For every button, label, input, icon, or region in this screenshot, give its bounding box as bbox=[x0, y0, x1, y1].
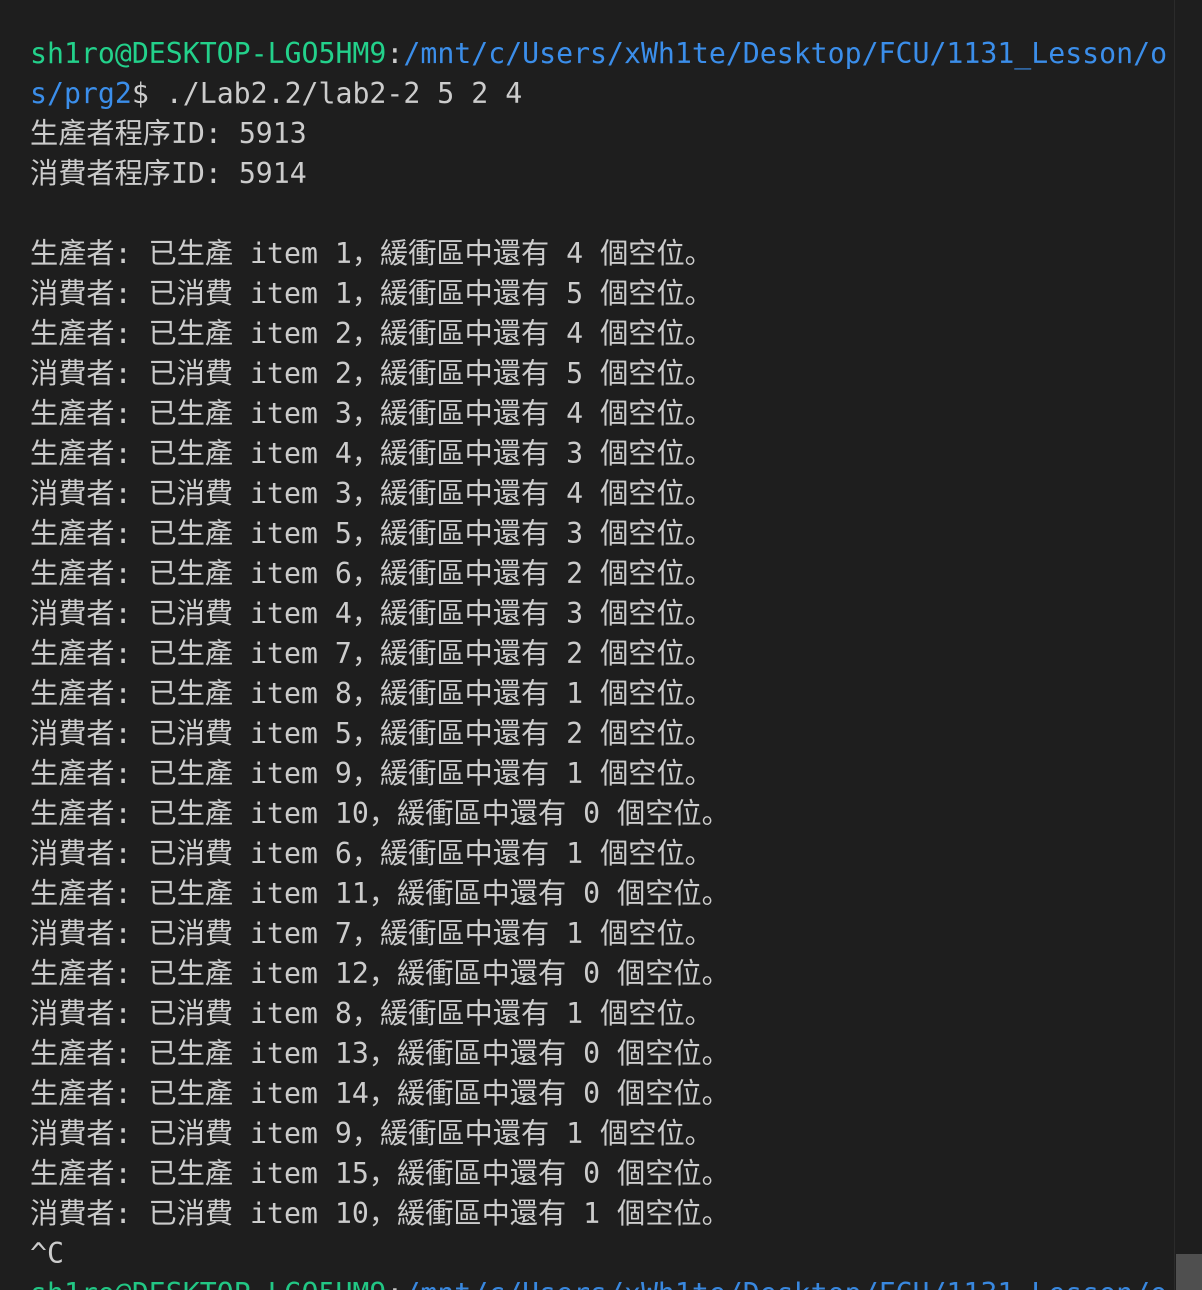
output-line: 生產者: 已生產 item 3，緩衝區中還有 4 個空位。 bbox=[30, 397, 713, 430]
output-line: 生產者: 已生產 item 13，緩衝區中還有 0 個空位。 bbox=[30, 1037, 730, 1070]
output-line: 消費者: 已消費 item 8，緩衝區中還有 1 個空位。 bbox=[30, 997, 713, 1030]
output-line: 消費者: 已消費 item 9，緩衝區中還有 1 個空位。 bbox=[30, 1117, 713, 1150]
output-line: 生產者: 已生產 item 1，緩衝區中還有 4 個空位。 bbox=[30, 237, 713, 270]
scrollbar-thumb[interactable] bbox=[1176, 1254, 1202, 1290]
next-prompt-line: sh1ro@DESKTOP-LGO5HM9:/mnt/c/Users/xWh1t… bbox=[30, 1274, 1167, 1290]
output-line: 生產者: 已生產 item 9，緩衝區中還有 1 個空位。 bbox=[30, 757, 713, 790]
output-line: 消費者: 已消費 item 4，緩衝區中還有 3 個空位。 bbox=[30, 597, 713, 630]
output-line: 生產者: 已生產 item 12，緩衝區中還有 0 個空位。 bbox=[30, 957, 730, 990]
output-line: 消費者: 已消費 item 2，緩衝區中還有 5 個空位。 bbox=[30, 357, 713, 390]
scrollbar-track[interactable] bbox=[1174, 0, 1202, 1290]
output-line: 生產者: 已生產 item 2，緩衝區中還有 4 個空位。 bbox=[30, 317, 713, 350]
output-line: 消費者: 已消費 item 1，緩衝區中還有 5 個空位。 bbox=[30, 277, 713, 310]
output-line: 生產者: 已生產 item 8，緩衝區中還有 1 個空位。 bbox=[30, 677, 713, 710]
prompt-user-host: sh1ro@DESKTOP-LGO5HM9 bbox=[30, 37, 387, 70]
header-line: 生產者程序ID: 5913 bbox=[30, 117, 307, 150]
next-prompt-path: /mnt/c/Users/xWh1te/Desktop/FCU/1131_Les… bbox=[403, 1277, 1167, 1290]
output-line: 消費者: 已消費 item 7，緩衝區中還有 1 個空位。 bbox=[30, 917, 713, 950]
terminal-panel[interactable]: sh1ro@DESKTOP-LGO5HM9:/mnt/c/Users/xWh1t… bbox=[0, 0, 1174, 1290]
prompt-path: /mnt/c/Users/xWh1te/Desktop/FCU/1131_Les… bbox=[403, 37, 1168, 70]
interrupt-line: ^C bbox=[30, 1237, 64, 1270]
next-prompt-user-host: sh1ro@DESKTOP-LGO5HM9 bbox=[30, 1277, 386, 1290]
output-line: 消費者: 已消費 item 6，緩衝區中還有 1 個空位。 bbox=[30, 837, 713, 870]
output-line: 生產者: 已生產 item 15，緩衝區中還有 0 個空位。 bbox=[30, 1157, 730, 1190]
prompt-dollar: $ bbox=[131, 77, 149, 110]
output-line: 生產者: 已生產 item 7，緩衝區中還有 2 個空位。 bbox=[30, 637, 713, 670]
prompt-path-continued: s/prg2 bbox=[30, 77, 132, 110]
output-line: 生產者: 已生產 item 6，緩衝區中還有 2 個空位。 bbox=[30, 557, 713, 590]
output-line: 生產者: 已生產 item 14，緩衝區中還有 0 個空位。 bbox=[30, 1077, 730, 1110]
output-line: 消費者: 已消費 item 10，緩衝區中還有 1 個空位。 bbox=[30, 1197, 730, 1230]
output-line: 生產者: 已生產 item 10，緩衝區中還有 0 個空位。 bbox=[30, 797, 730, 830]
output-line: 消費者: 已消費 item 5，緩衝區中還有 2 個空位。 bbox=[30, 717, 713, 750]
output-line: 生產者: 已生產 item 4，緩衝區中還有 3 個空位。 bbox=[30, 437, 713, 470]
output-line: 生產者: 已生產 item 11，緩衝區中還有 0 個空位。 bbox=[30, 877, 730, 910]
header-line: 消費者程序ID: 5914 bbox=[30, 157, 307, 190]
output-line: 生產者: 已生產 item 5，緩衝區中還有 3 個空位。 bbox=[30, 517, 713, 550]
command-text: ./Lab2.2/lab2-2 5 2 4 bbox=[148, 77, 523, 110]
prompt-line-1: sh1ro@DESKTOP-LGO5HM9:/mnt/c/Users/xWh1t… bbox=[30, 34, 1167, 74]
prompt-separator: : bbox=[386, 37, 404, 70]
next-prompt-separator: : bbox=[386, 1277, 403, 1290]
prompt-line-2: s/prg2$ ./Lab2.2/lab2-2 5 2 4 bbox=[30, 74, 522, 114]
output-line: 消費者: 已消費 item 3，緩衝區中還有 4 個空位。 bbox=[30, 477, 713, 510]
